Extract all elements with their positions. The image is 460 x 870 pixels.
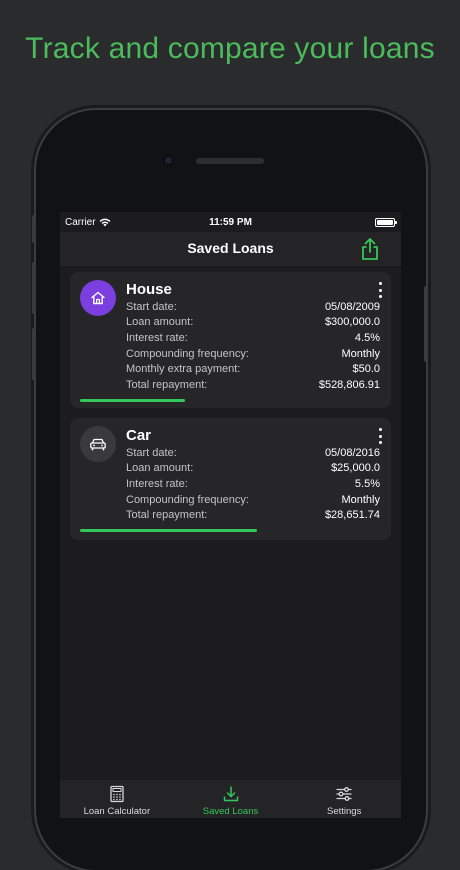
detail-label: Compounding frequency: <box>126 493 249 506</box>
more-icon <box>378 282 382 285</box>
phone-side-button <box>32 215 36 243</box>
detail-value: $300,000.0 <box>324 316 380 329</box>
detail-row: Compounding frequency: Monthly <box>126 492 380 508</box>
share-icon <box>362 238 378 260</box>
earpiece-speaker <box>196 158 264 164</box>
phone-volume-up <box>32 262 36 314</box>
detail-value: 05/08/2016 <box>324 446 380 459</box>
detail-value: 5.5% <box>354 477 380 490</box>
tab-label: Saved Loans <box>202 806 259 817</box>
repayment-progress <box>80 529 380 532</box>
detail-label: Start date: <box>126 300 177 313</box>
loan-details: Start date: 05/08/2016 Loan amount: $25,… <box>126 445 380 523</box>
detail-value: Monthly <box>341 347 380 360</box>
detail-label: Total repayment: <box>126 509 208 522</box>
more-icon <box>378 428 382 431</box>
detail-value: 05/08/2009 <box>324 300 380 313</box>
app-screen: Carrier 11:59 PM Saved Loans House Start… <box>60 212 401 818</box>
detail-row: Monthly extra payment: $50.0 <box>126 361 380 377</box>
repayment-progress <box>80 399 380 402</box>
loan-title: Car <box>126 427 152 444</box>
detail-label: Interest rate: <box>126 331 188 344</box>
phone-volume-down <box>32 328 36 380</box>
tab-loan-calculator[interactable]: Loan Calculator <box>60 780 174 818</box>
share-button[interactable] <box>359 237 381 261</box>
status-bar: Carrier 11:59 PM <box>60 212 401 232</box>
download-icon <box>223 786 238 802</box>
detail-value: $50.0 <box>352 363 380 376</box>
car-icon <box>90 438 106 451</box>
phone-power-button <box>424 286 428 362</box>
headline: Track and compare your loans <box>25 32 435 65</box>
page-title: Saved Loans <box>187 240 274 256</box>
detail-label: Monthly extra payment: <box>126 363 241 376</box>
loan-details: Start date: 05/08/2009 Loan amount: $300… <box>126 299 380 393</box>
house-icon <box>91 291 105 305</box>
detail-value: $28,651.74 <box>324 509 380 522</box>
repayment-progress-fill <box>80 399 185 402</box>
detail-label: Start date: <box>126 446 177 459</box>
tab-bar: Loan Calculator Saved Loans Settings <box>60 780 401 818</box>
detail-row: Compounding frequency: Monthly <box>126 346 380 362</box>
battery-icon <box>375 218 397 227</box>
detail-row: Total repayment: $528,806.91 <box>126 377 380 393</box>
status-time: 11:59 PM <box>209 217 252 228</box>
detail-label: Loan amount: <box>126 462 194 475</box>
detail-row: Start date: 05/08/2009 <box>126 299 380 315</box>
loan-avatar <box>80 280 116 316</box>
loan-card-house[interactable]: House Start date: 05/08/2009 Loan amount… <box>70 272 391 408</box>
loan-card-car[interactable]: Car Start date: 05/08/2016 Loan amount: … <box>70 418 391 540</box>
detail-value: Monthly <box>341 493 380 506</box>
navigation-bar: Saved Loans <box>60 232 401 266</box>
detail-row: Total repayment: $28,651.74 <box>126 507 380 523</box>
sliders-icon <box>336 787 352 801</box>
repayment-progress-fill <box>80 529 257 532</box>
tab-saved-loans[interactable]: Saved Loans <box>174 780 288 818</box>
detail-row: Start date: 05/08/2016 <box>126 445 380 461</box>
calculator-icon <box>110 785 124 803</box>
detail-row: Interest rate: 4.5% <box>126 330 380 346</box>
detail-row: Loan amount: $25,000.0 <box>126 461 380 477</box>
tab-label: Loan Calculator <box>83 806 151 817</box>
loan-title: House <box>126 281 172 298</box>
detail-value: $25,000.0 <box>331 462 380 475</box>
detail-row: Loan amount: $300,000.0 <box>126 315 380 331</box>
more-options-button[interactable] <box>375 282 385 298</box>
loan-avatar <box>80 426 116 462</box>
tab-settings[interactable]: Settings <box>287 780 401 818</box>
detail-value: $528,806.91 <box>318 378 380 391</box>
detail-row: Interest rate: 5.5% <box>126 476 380 492</box>
detail-label: Loan amount: <box>126 316 194 329</box>
detail-label: Compounding frequency: <box>126 347 249 360</box>
detail-label: Interest rate: <box>126 477 188 490</box>
front-camera <box>163 155 174 166</box>
detail-label: Total repayment: <box>126 378 208 391</box>
tab-label: Settings <box>327 806 362 817</box>
detail-value: 4.5% <box>354 331 380 344</box>
more-options-button[interactable] <box>375 428 385 444</box>
